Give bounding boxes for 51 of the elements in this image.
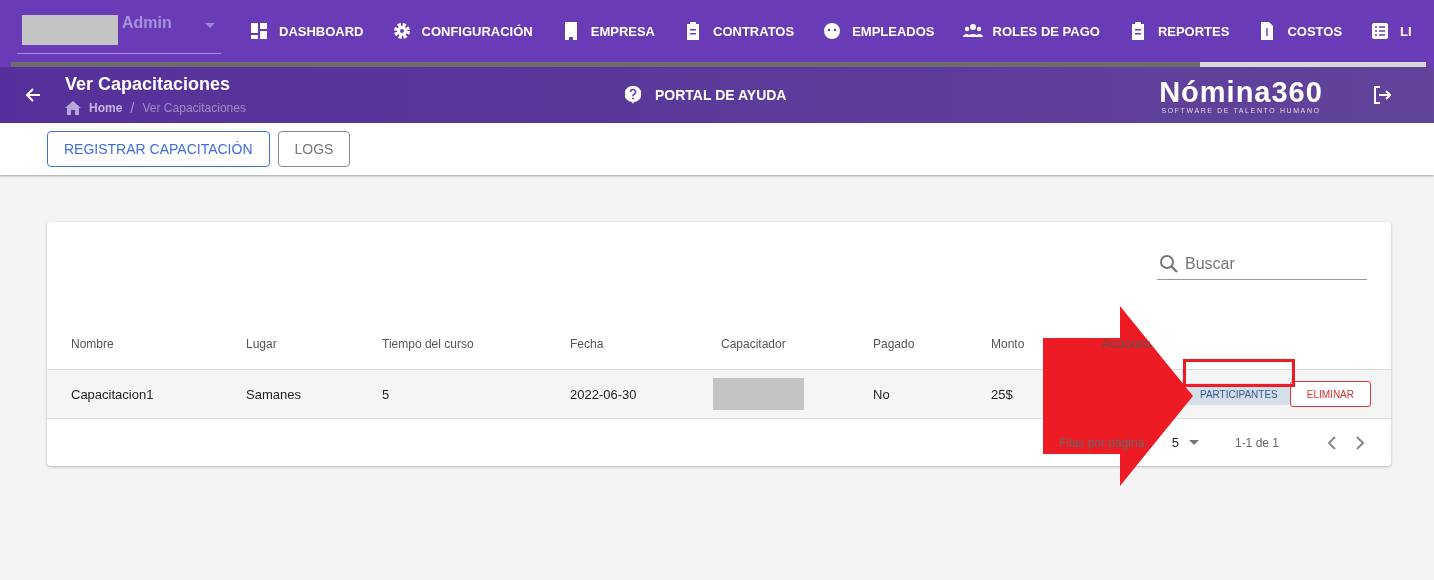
page-title: Ver Capacitaciones	[65, 74, 232, 95]
register-button[interactable]: REGISTRAR CAPACITACIÓN	[47, 131, 270, 167]
next-page-icon[interactable]	[1355, 435, 1365, 450]
caret-icon	[1188, 440, 1199, 445]
delete-button[interactable]: ELIMINAR	[1289, 381, 1371, 407]
logs-button[interactable]: LOGS	[277, 131, 351, 167]
back-arrow-icon[interactable]	[25, 87, 41, 103]
nav-item[interactable]: EMPLEADOS	[822, 21, 935, 41]
previous-page-icon[interactable]	[1327, 435, 1337, 450]
table-cell-text: No	[873, 386, 891, 402]
scroll-bar[interactable]	[0, 62, 1434, 67]
home-icon	[65, 100, 81, 115]
dashboard-icon	[249, 21, 269, 41]
help-icon	[625, 86, 641, 104]
column-header: Acciones	[1102, 336, 1152, 351]
nav-item[interactable]: DASHBOARD	[249, 21, 364, 41]
column-header: Pagado	[873, 336, 916, 351]
face-icon	[822, 21, 843, 41]
column-header: Capacitador	[721, 336, 787, 351]
column-header: Tiempo del curso	[382, 336, 475, 351]
nav-item[interactable]: CONFIGURACIÓN	[391, 21, 533, 41]
rows-per-page-label: Filas por página:	[1059, 435, 1148, 450]
column-header: Monto	[991, 336, 1026, 351]
list-icon	[1370, 21, 1391, 41]
column-header: Lugar	[246, 336, 278, 351]
column-header: Fecha	[570, 336, 605, 351]
page-range: 1-1 de 1	[1234, 435, 1279, 450]
nav-item[interactable]: LI	[1370, 21, 1412, 41]
breadcrumb-separator: /	[130, 99, 135, 116]
search-field[interactable]: Buscar	[1157, 248, 1367, 280]
table-cell-text: Samanes	[246, 386, 302, 402]
nav-item[interactable]: REPORTES	[1127, 21, 1230, 41]
nav-item[interactable]: CONTRATOS	[683, 21, 795, 41]
table-cell-text: 5	[382, 386, 391, 402]
nav-item[interactable]: ROLES DE PAGO	[962, 21, 1100, 41]
table-cell-text: 25$	[991, 386, 1014, 402]
nav-item[interactable]: COSTOS	[1257, 21, 1343, 41]
search-icon	[1159, 254, 1179, 274]
gear-icon	[391, 21, 412, 41]
rows-per-page-select[interactable]: 5	[1171, 435, 1199, 450]
logo-wordmark: Nómina360	[1159, 76, 1323, 107]
breadcrumb-current: Ver Capacitaciones	[142, 100, 246, 115]
logout-icon[interactable]	[1373, 86, 1391, 104]
breadcrumb-link[interactable]: Home	[89, 100, 123, 115]
caret-icon	[205, 23, 215, 28]
column-header: Nombre	[71, 336, 115, 351]
table-cell-text: Capacitacion1	[71, 386, 155, 402]
nav-item[interactable]: EMPRESA	[560, 21, 655, 41]
user-name: Admin	[122, 13, 173, 32]
help-portal-link[interactable]: PORTAL DE AYUDA	[625, 86, 1151, 104]
table-cell-text: 2022-06-30	[570, 386, 638, 402]
